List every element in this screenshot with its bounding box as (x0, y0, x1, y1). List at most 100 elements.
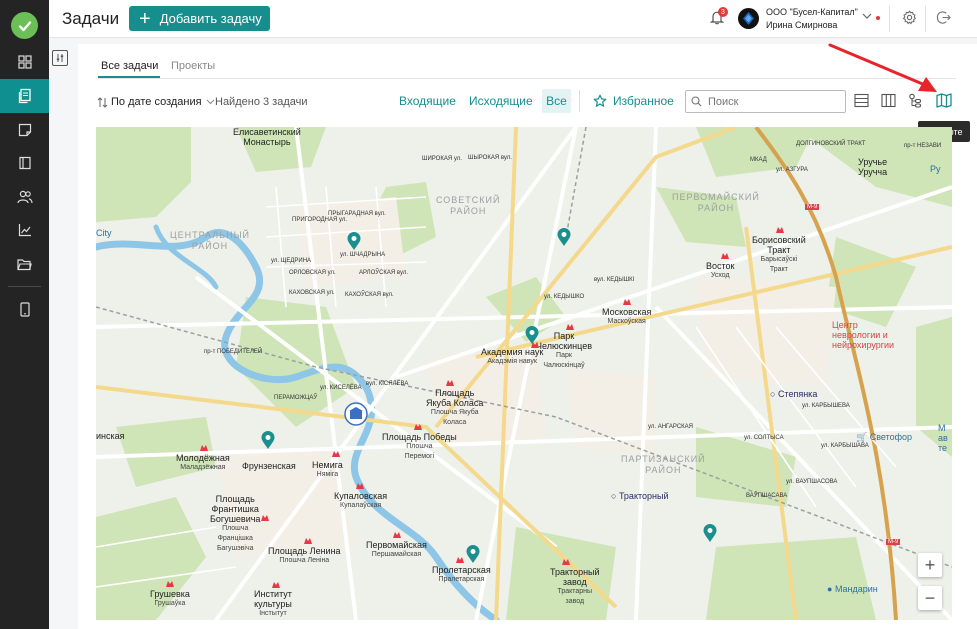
sidebar-item-dashboard[interactable] (0, 45, 49, 79)
settings-button[interactable] (902, 10, 917, 30)
org-info[interactable]: ООО "Бусел-Капитал" Ирина Смирнова (766, 6, 858, 32)
app-logo[interactable] (11, 12, 38, 39)
task-location-pin[interactable] (702, 523, 718, 543)
street-label: ул. КИСЕЛЁВА (320, 385, 362, 391)
railway-station-label: ○ Степянка (770, 389, 818, 399)
metro-station-label: Фрунзенская (242, 461, 296, 471)
chart-icon (18, 224, 31, 237)
metro-station-label: Немига Няміга (312, 460, 343, 478)
metro-station-label: Пролетарская Пралетарская (432, 565, 491, 583)
metro-icon (721, 253, 729, 259)
favorites-filter[interactable]: Избранное (593, 94, 674, 108)
task-location-pin[interactable] (524, 325, 540, 345)
metro-icon (456, 557, 464, 563)
metro-icon (414, 424, 422, 430)
metro-icon (393, 532, 401, 538)
chevron-down-icon[interactable] (862, 12, 872, 23)
sort-label: По дате создания (111, 96, 202, 108)
grid-icon (17, 55, 32, 69)
metro-icon (272, 582, 280, 588)
street-label: ОРЛОВСКАЯ ул. (289, 270, 336, 276)
place-label: Уручье Уручча (858, 157, 888, 177)
district-label: ПЕРВОМАЙСКИЙ РАЙОН (672, 192, 760, 213)
toolbar-divider (579, 90, 580, 112)
street-label: пр-т НЕЗАВИ (904, 143, 942, 149)
metro-icon (562, 559, 570, 565)
tab-all-tasks[interactable]: Все задачи (101, 60, 158, 72)
metro-station-label: Борисовский Тракт Барысаўскі Тракт (752, 235, 806, 273)
landmark-icon (344, 402, 368, 426)
metro-station-label: инская (96, 431, 125, 441)
org-avatar[interactable] (738, 8, 759, 29)
minus-icon: − (924, 587, 936, 608)
add-task-button[interactable]: + Добавить задачу (129, 6, 270, 31)
metro-station-label: Площадь Победы Плошча Перемогі (382, 432, 457, 460)
street-label: ул. АНГАРСКАЯ (648, 424, 693, 430)
task-location-pin[interactable] (465, 544, 481, 564)
metro-icon (776, 227, 784, 233)
poi-label: ● Мандарин (827, 584, 878, 594)
map-view[interactable]: ЦЕНТРАЛЬНЫЙ РАЙОН СОВЕТСКИЙ РАЙОН ПЕРВОМАЙ… (96, 127, 952, 620)
street-label: АРЛОЎСКАЯ вул. (359, 270, 409, 276)
metro-station-label: Академия наук Акадэмія навук (481, 347, 544, 365)
sidebar (0, 0, 49, 629)
metro-icon (304, 538, 312, 544)
sidebar-item-analytics[interactable] (0, 213, 49, 247)
place-label: City (96, 228, 112, 238)
org-status-dot (876, 16, 880, 20)
metro-icon (446, 380, 454, 386)
metro-station-label: Парк Челюскинцев Парк Чалюскінцаў (536, 331, 592, 369)
street-label: вул. КЕДЫШКІ (594, 277, 635, 283)
filter-incoming[interactable]: Входящие (399, 94, 456, 108)
task-location-pin[interactable] (556, 227, 572, 247)
metro-icon (261, 515, 269, 521)
railway-station-label: ○ Тракторный (611, 491, 669, 501)
filter-all[interactable]: Все (542, 89, 571, 113)
zoom-in-button[interactable]: + (918, 553, 942, 577)
street-label: КАХОЎСКАЯ вул. (345, 292, 394, 298)
metro-station-label: Тракторный завод Трактарны завод (550, 567, 600, 605)
org-logo-icon (743, 12, 754, 25)
notification-badge: 3 (718, 7, 728, 17)
phone-icon (19, 301, 30, 317)
search-input[interactable] (685, 90, 846, 113)
sidebar-item-contacts[interactable] (0, 180, 49, 214)
street-label: ул. ШЧАДРЫНА (340, 252, 386, 258)
street-label: КАХОВСКАЯ ул. (289, 290, 335, 296)
sidebar-item-documents[interactable] (0, 146, 49, 180)
street-label: ул. КАРБЫШЕВА (802, 403, 850, 409)
street-label: пр-т ПОБЕДИТЕЛЕЙ (204, 349, 263, 355)
sidebar-item-folders[interactable] (0, 247, 49, 281)
star-icon (593, 94, 607, 107)
zoom-out-button[interactable]: − (918, 586, 942, 610)
top-header: Задачи + Добавить задачу 3 ООО "Бусел-Ка… (49, 0, 977, 38)
street-label: ПРИГОРОДНАЯ ул. (292, 217, 348, 223)
metro-station-label: Площадь Ленина Плошча Леніна (268, 546, 341, 564)
task-location-pin[interactable] (260, 430, 276, 450)
gear-icon (902, 10, 917, 25)
place-label: Елисаветинский Монастырь (233, 127, 301, 147)
road-number-label: М-9 (886, 539, 901, 545)
note-icon (18, 123, 31, 137)
chevron-down-icon (206, 99, 214, 105)
street-label: ПРЫГАРАДНАЯ вул. (328, 211, 386, 217)
street-label: ул. ЩЕДРИНА (271, 258, 312, 264)
metro-station-label: Молодёжная Маладзёжная (176, 453, 230, 471)
sidebar-item-tasks[interactable] (0, 79, 49, 113)
street-label: вул. КІСЯЛЁВА (366, 381, 409, 387)
metro-station-label: Восток Усход (706, 261, 735, 279)
sort-dropdown[interactable]: По дате создания (97, 96, 215, 108)
metro-station-label: Московская Маскоўская (602, 307, 652, 325)
sidebar-item-mobile[interactable] (0, 292, 49, 326)
filters-toggle-button[interactable] (52, 50, 68, 66)
street-label: ул. ВАУПШАСОВА (786, 479, 838, 485)
sidebar-item-notes[interactable] (0, 113, 49, 147)
tab-projects[interactable]: Проекты (171, 60, 215, 72)
org-name: ООО "Бусел-Капитал" (766, 7, 858, 17)
add-task-label: Добавить задачу (159, 11, 262, 26)
logout-button[interactable] (936, 10, 951, 30)
task-location-pin[interactable] (346, 231, 362, 251)
filter-outgoing[interactable]: Исходящие (469, 94, 533, 108)
metro-icon (566, 324, 574, 330)
metro-icon (356, 483, 364, 489)
